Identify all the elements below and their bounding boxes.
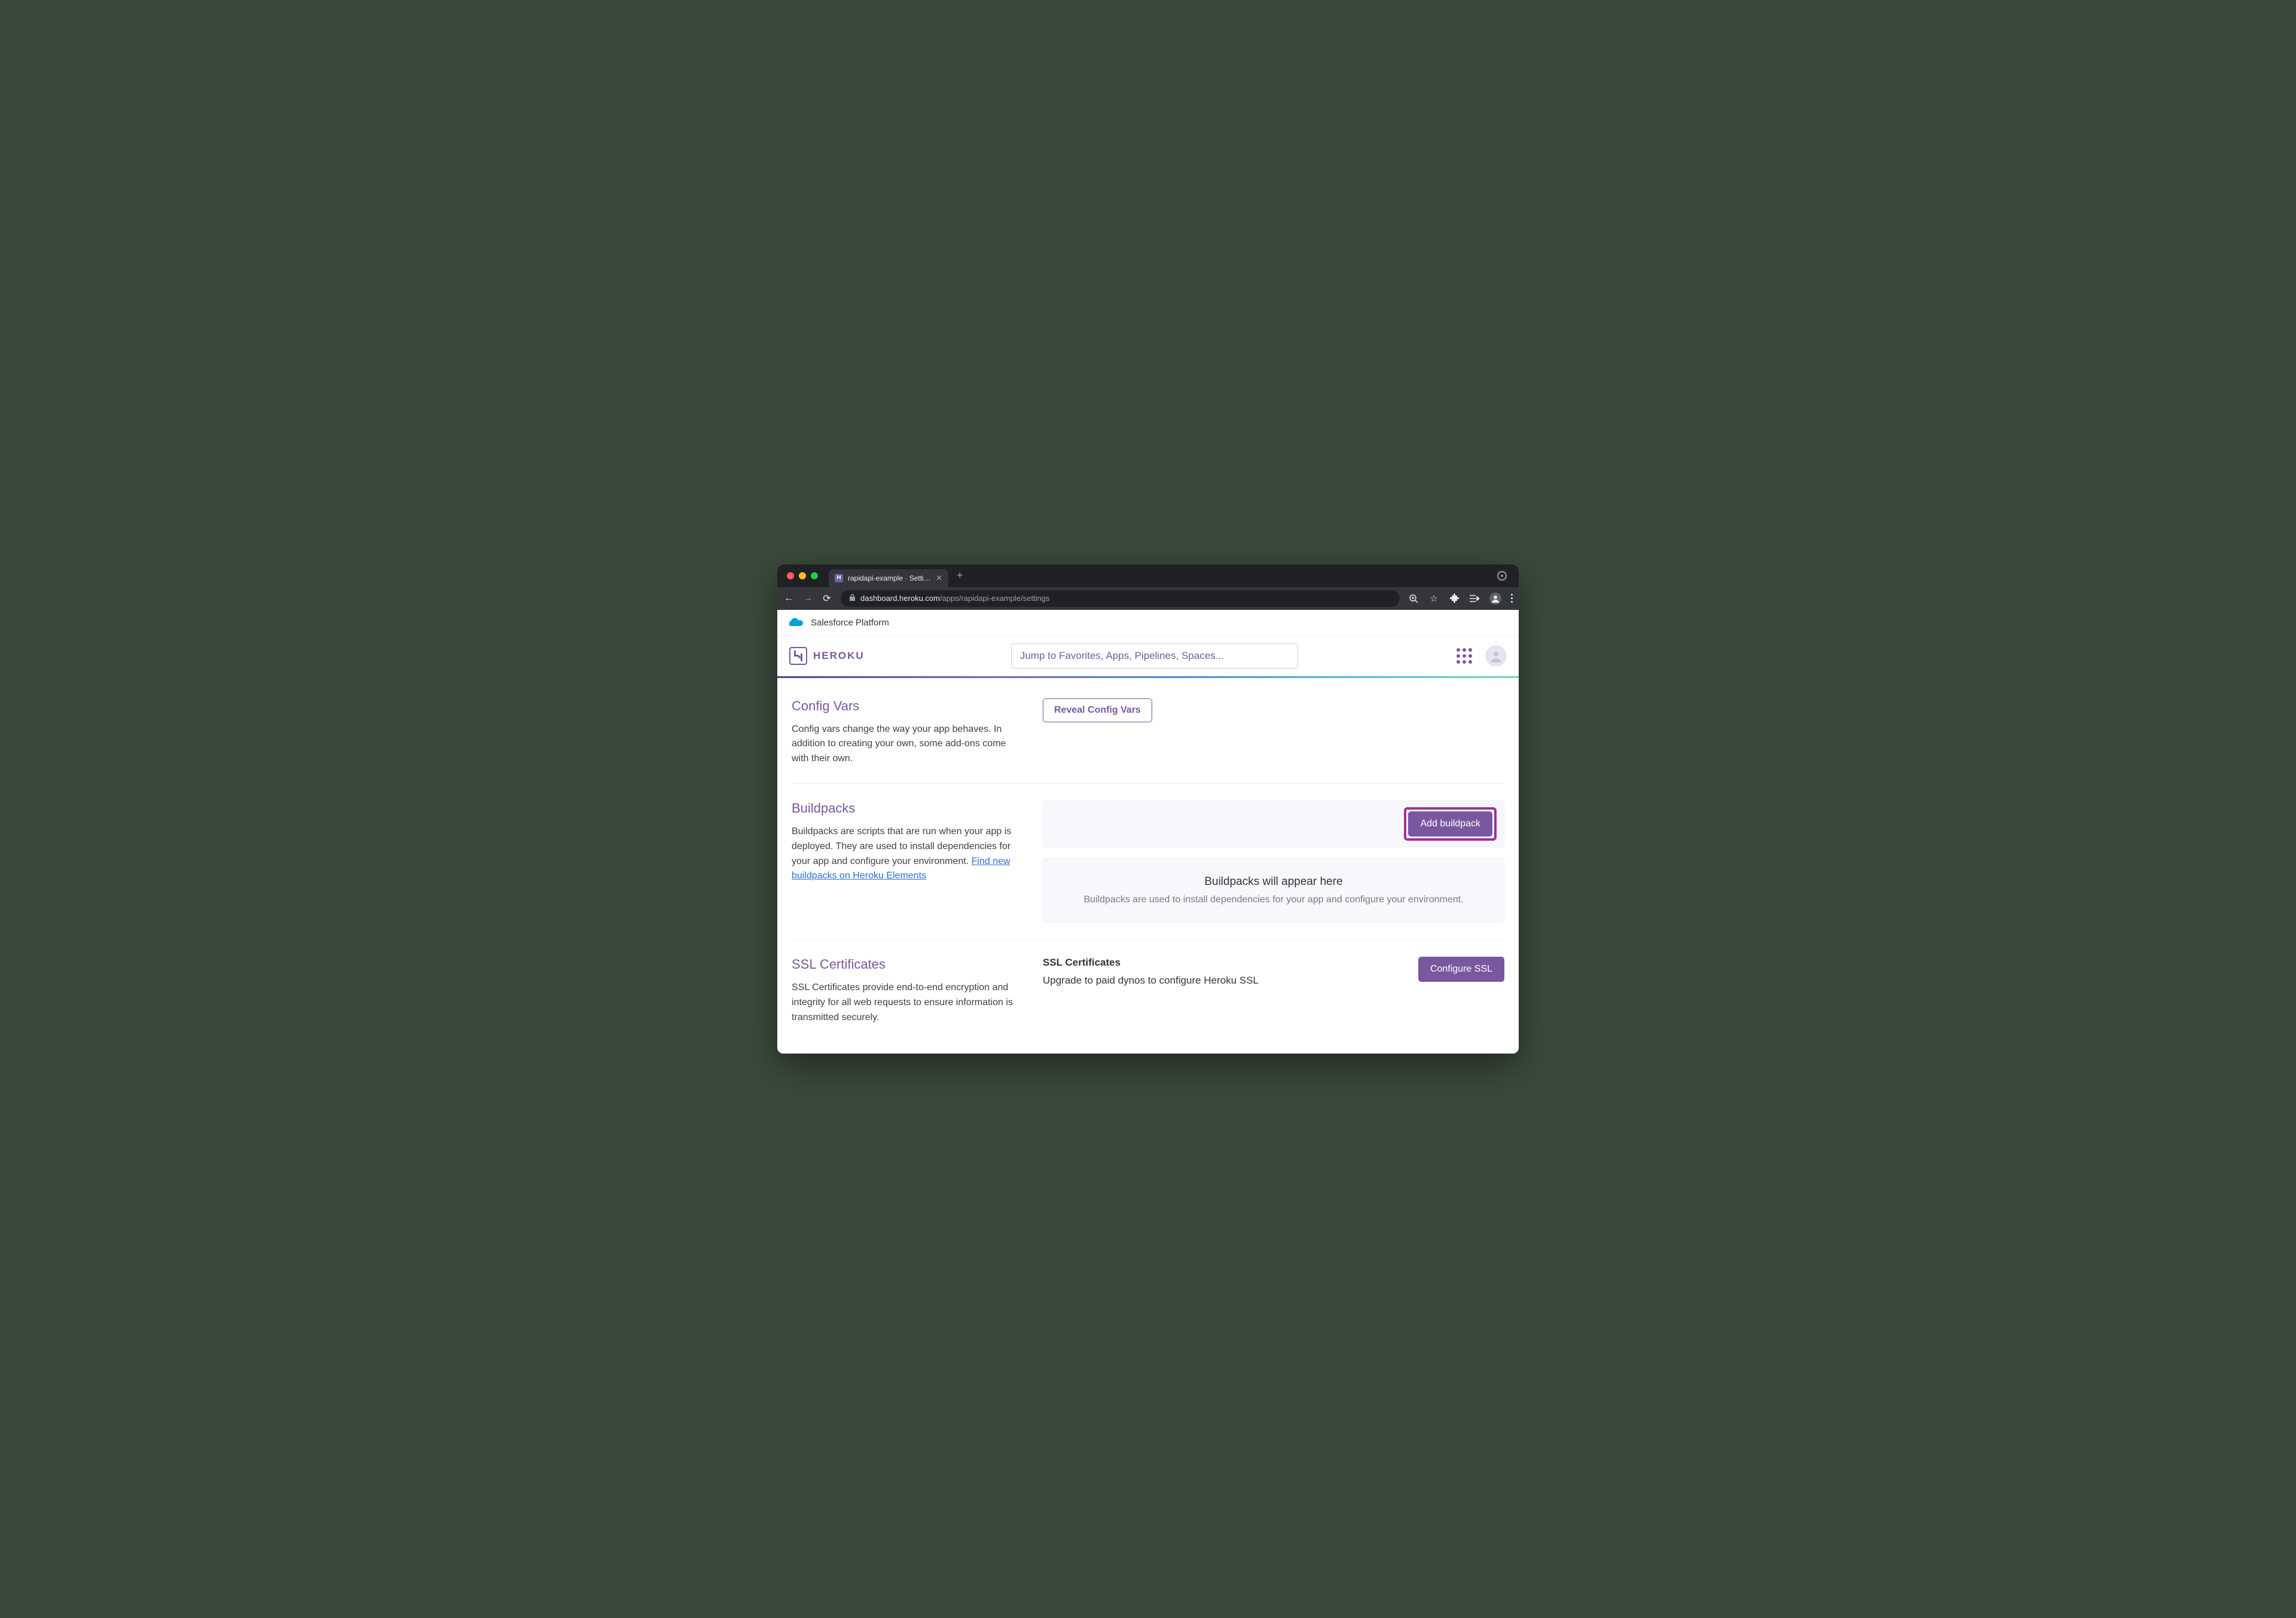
back-button[interactable]: ← xyxy=(783,593,794,604)
chrome-tab-strip: H rapidapi-example · Settings | H ✕ + xyxy=(777,564,1519,587)
reveal-config-vars-button[interactable]: Reveal Config Vars xyxy=(1043,698,1152,722)
buildpacks-title: Buildpacks xyxy=(792,801,1019,816)
search-placeholder: Jump to Favorites, Apps, Pipelines, Spac… xyxy=(1020,650,1224,662)
profile-avatar-icon[interactable] xyxy=(1489,593,1501,605)
global-search-input[interactable]: Jump to Favorites, Apps, Pipelines, Spac… xyxy=(1011,643,1298,668)
bookmark-star-icon[interactable]: ☆ xyxy=(1428,593,1439,604)
minimize-window-icon[interactable] xyxy=(799,572,806,579)
heroku-mark-icon xyxy=(789,647,807,665)
address-bar[interactable]: dashboard.heroku.com/apps/rapidapi-examp… xyxy=(841,590,1400,607)
zoom-icon[interactable] xyxy=(1408,593,1419,604)
close-window-icon[interactable] xyxy=(787,572,794,579)
config-vars-desc: Config vars change the way your app beha… xyxy=(792,722,1019,767)
browser-window: H rapidapi-example · Settings | H ✕ + ← … xyxy=(777,564,1519,1054)
ssl-desc: SSL Certificates provide end-to-end encr… xyxy=(792,981,1019,1025)
profile-indicator-icon[interactable] xyxy=(1497,571,1507,581)
buildpacks-empty-subtitle: Buildpacks are used to install dependenc… xyxy=(1055,895,1492,905)
buildpacks-empty-title: Buildpacks will appear here xyxy=(1055,875,1492,889)
forward-button: → xyxy=(802,593,813,604)
reading-list-icon[interactable] xyxy=(1469,593,1480,604)
chrome-menu-icon[interactable] xyxy=(1511,594,1513,603)
add-buildpack-button[interactable]: Add buildpack xyxy=(1408,811,1492,837)
settings-content: Config Vars Config vars change the way y… xyxy=(777,678,1519,1054)
tab-title: rapidapi-example · Settings | H xyxy=(848,574,931,582)
ssl-panel: SSL Certificates Upgrade to paid dynos t… xyxy=(1043,957,1504,987)
heroku-header: HEROKU Jump to Favorites, Apps, Pipeline… xyxy=(777,636,1519,676)
heroku-wordmark: HEROKU xyxy=(813,650,865,662)
ssl-title: SSL Certificates xyxy=(792,957,1019,972)
salesforce-label: Salesforce Platform xyxy=(811,618,889,628)
configure-ssl-button[interactable]: Configure SSL xyxy=(1418,957,1504,982)
config-vars-section: Config Vars Config vars change the way y… xyxy=(792,696,1504,784)
config-vars-title: Config Vars xyxy=(792,698,1019,714)
ssl-section: SSL Certificates SSL Certificates provid… xyxy=(792,940,1504,1030)
toolbar-right: ☆ xyxy=(1408,593,1513,605)
url-text: dashboard.heroku.com/apps/rapidapi-examp… xyxy=(860,594,1050,603)
window-controls xyxy=(787,572,818,579)
salesforce-cloud-icon xyxy=(789,616,805,630)
lock-icon xyxy=(849,594,856,603)
chrome-toolbar: ← → ⟳ dashboard.heroku.com/apps/rapidapi… xyxy=(777,587,1519,610)
new-tab-button[interactable]: + xyxy=(953,569,967,582)
extensions-icon[interactable] xyxy=(1449,593,1460,604)
reload-button[interactable]: ⟳ xyxy=(822,593,832,605)
heroku-logo[interactable]: HEROKU xyxy=(789,647,865,665)
buildpacks-desc: Buildpacks are scripts that are run when… xyxy=(792,825,1019,884)
salesforce-bar: Salesforce Platform xyxy=(777,610,1519,636)
close-tab-icon[interactable]: ✕ xyxy=(936,573,942,583)
ssl-upgrade-message: Upgrade to paid dynos to configure Herok… xyxy=(1043,975,1406,987)
ssl-panel-title: SSL Certificates xyxy=(1043,957,1406,969)
buildpacks-empty-panel: Buildpacks will appear here Buildpacks a… xyxy=(1043,858,1504,923)
buildpacks-toolbar: Add buildpack xyxy=(1043,801,1504,847)
annotation-highlight: Add buildpack xyxy=(1404,807,1497,841)
maximize-window-icon[interactable] xyxy=(811,572,818,579)
account-avatar-icon[interactable] xyxy=(1485,645,1507,667)
heroku-favicon-icon: H xyxy=(835,574,843,582)
page-body: Salesforce Platform HEROKU Jump to Favor… xyxy=(777,610,1519,1054)
browser-tab[interactable]: H rapidapi-example · Settings | H ✕ xyxy=(829,569,948,587)
header-right xyxy=(1457,645,1507,667)
app-grid-icon[interactable] xyxy=(1457,648,1472,664)
buildpacks-section: Buildpacks Buildpacks are scripts that a… xyxy=(792,784,1504,940)
